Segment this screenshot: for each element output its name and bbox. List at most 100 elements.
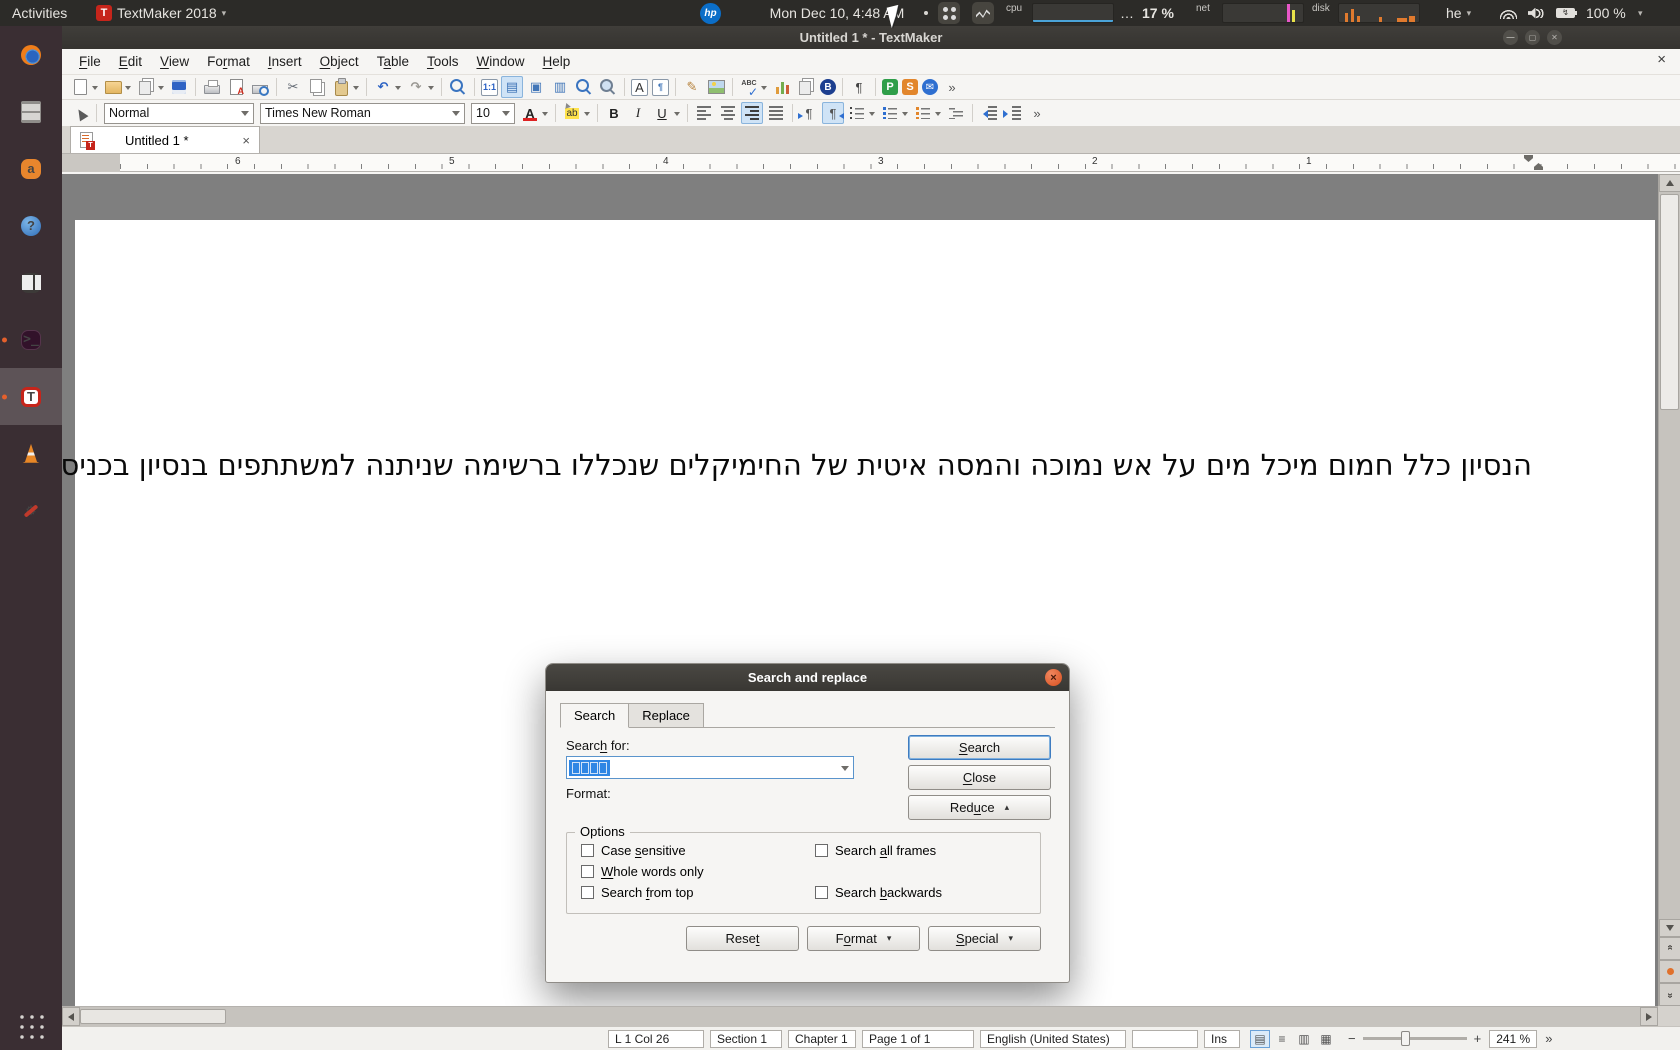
copy-icon[interactable] [306, 76, 328, 98]
scroll-left-icon[interactable] [62, 1007, 80, 1026]
zoom-percentage[interactable]: 241 % [1489, 1030, 1537, 1048]
insert-chart-icon[interactable] [771, 76, 793, 98]
continuous-view-icon[interactable]: ▤ [501, 76, 523, 98]
format-button[interactable]: Format▾ [807, 926, 920, 951]
zoom-track[interactable] [1363, 1037, 1467, 1040]
text-frame-icon[interactable]: A [630, 76, 649, 98]
next-page-button[interactable]: » [1659, 983, 1680, 1006]
dock-tools[interactable]: ⚙ [0, 482, 62, 539]
zoom-actual-icon[interactable]: 1:1 [480, 76, 499, 98]
vertical-scrollbar[interactable]: » » [1658, 174, 1680, 1006]
window-titlebar[interactable]: Untitled 1 * - TextMaker — ▢ ✕ [62, 26, 1680, 49]
reduce-button[interactable]: Reduce▴ [908, 795, 1051, 820]
dock-help[interactable]: ? [0, 197, 62, 254]
search-icon[interactable] [447, 76, 469, 98]
checkbox-search-from-top[interactable]: Search from top [581, 885, 694, 900]
dock-screens[interactable] [0, 254, 62, 311]
justify-icon[interactable] [765, 102, 787, 124]
basic-macros-icon[interactable]: B [819, 76, 837, 98]
menu-file[interactable]: File [70, 52, 110, 71]
checkbox-search-all-frames[interactable]: Search all frames [815, 843, 936, 858]
status-section[interactable]: Section 1 [710, 1030, 782, 1048]
net-graph[interactable] [1222, 0, 1304, 26]
insert-picture-icon[interactable] [705, 76, 727, 98]
document-tab[interactable]: T Untitled 1 * × [70, 126, 260, 153]
paragraph-style-combo[interactable]: Normal [104, 103, 254, 124]
status-page[interactable]: Page 1 of 1 [862, 1030, 974, 1048]
zoom-dialog-icon[interactable] [573, 76, 595, 98]
cut-icon[interactable]: ✂ [282, 76, 304, 98]
maximize-icon[interactable]: ▢ [1525, 30, 1540, 45]
ltr-paragraph-icon[interactable]: ¶ [798, 102, 820, 124]
font-size-combo[interactable]: 10 [471, 103, 515, 124]
tab-search[interactable]: Search [560, 703, 629, 728]
special-button[interactable]: Special▾ [928, 926, 1041, 951]
volume-icon[interactable] [1528, 0, 1544, 26]
status-language[interactable]: English (United States) [980, 1030, 1126, 1048]
vertical-scroll-thumb[interactable] [1660, 194, 1679, 410]
open-icon[interactable] [102, 76, 133, 98]
checkbox-whole-words-only[interactable]: Whole words only [581, 864, 704, 879]
status-insert-mode[interactable]: Ins [1204, 1030, 1240, 1048]
format-brush-icon[interactable]: ✎ [681, 76, 703, 98]
scroll-down-icon[interactable] [1659, 919, 1680, 937]
new-document-icon[interactable] [69, 76, 100, 98]
redo-icon[interactable]: ↷ [405, 76, 436, 98]
menu-format[interactable]: Format [198, 52, 259, 71]
bold-icon[interactable]: B [603, 102, 625, 124]
previous-page-button[interactable]: » [1659, 937, 1680, 960]
menu-edit[interactable]: Edit [110, 52, 151, 71]
horizontal-scroll-thumb[interactable] [80, 1009, 226, 1024]
app-menu-button[interactable]: T TextMaker 2018▾ [96, 0, 226, 26]
horizontal-scrollbar[interactable] [62, 1006, 1658, 1026]
wifi-icon[interactable] [1500, 0, 1517, 26]
close-icon[interactable]: ✕ [1547, 30, 1562, 45]
spellcheck-icon[interactable]: ABC [738, 76, 769, 98]
screen-share-icon[interactable] [938, 0, 960, 26]
paste-icon[interactable] [330, 76, 361, 98]
reset-button[interactable]: Reset [686, 926, 799, 951]
font-color-icon[interactable]: A [519, 102, 550, 124]
status-chapter[interactable]: Chapter 1 [788, 1030, 856, 1048]
database-icon[interactable] [795, 76, 817, 98]
page-view-icon[interactable]: ▣ [525, 76, 547, 98]
close-document-icon[interactable]: × [1653, 51, 1670, 68]
menu-help[interactable]: Help [534, 52, 580, 71]
minimize-icon[interactable]: — [1503, 30, 1518, 45]
dialog-titlebar[interactable]: Search and replace × [546, 664, 1069, 691]
statusbar-overflow-icon[interactable]: » [1545, 1031, 1552, 1046]
status-empty[interactable] [1132, 1030, 1198, 1048]
decrease-indent-icon[interactable] [978, 102, 1000, 124]
zoom-in-icon[interactable]: + [1474, 1031, 1482, 1046]
multilevel-list-icon[interactable] [945, 102, 967, 124]
close-button[interactable]: Close [908, 765, 1051, 790]
system-menu-button[interactable]: ▾ [1638, 0, 1643, 26]
view-continuous-icon[interactable]: ≡ [1272, 1030, 1292, 1048]
two-page-view-icon[interactable]: ▥ [549, 76, 571, 98]
keyboard-layout-button[interactable]: he▾ [1446, 0, 1471, 26]
object-mode-icon[interactable] [69, 102, 91, 124]
dock-textmaker[interactable]: T [0, 368, 62, 425]
dock-vlc[interactable] [0, 425, 62, 482]
scroll-up-icon[interactable] [1659, 174, 1680, 192]
formatting-marks-icon[interactable]: ¶ [848, 76, 870, 98]
dialog-close-icon[interactable]: × [1045, 669, 1062, 686]
italic-icon[interactable]: I [627, 102, 649, 124]
toolbar2-overflow-icon[interactable]: » [1026, 102, 1048, 124]
activities-button[interactable]: Activities [12, 0, 67, 26]
align-center-icon[interactable] [717, 102, 739, 124]
numbered-list-icon[interactable] [879, 102, 910, 124]
rtl-paragraph-icon[interactable]: ¶ [822, 102, 844, 124]
font-name-combo[interactable]: Times New Roman [260, 103, 465, 124]
highlight-icon[interactable]: ab [561, 102, 592, 124]
print-preview-icon[interactable] [249, 76, 271, 98]
presentations-icon[interactable]: S [901, 76, 919, 98]
view-standard-icon[interactable]: ▤ [1250, 1030, 1270, 1048]
view-fullscreen-icon[interactable]: ▦ [1316, 1030, 1336, 1048]
checkbox-search-backwards[interactable]: Search backwards [815, 885, 942, 900]
dock-terminal[interactable]: >_ [0, 311, 62, 368]
status-cursor-position[interactable]: L 1 Col 26 [608, 1030, 704, 1048]
checkbox-case-sensitive[interactable]: Case sensitive [581, 843, 686, 858]
menu-object[interactable]: Object [311, 52, 368, 71]
menu-window[interactable]: Window [467, 52, 533, 71]
